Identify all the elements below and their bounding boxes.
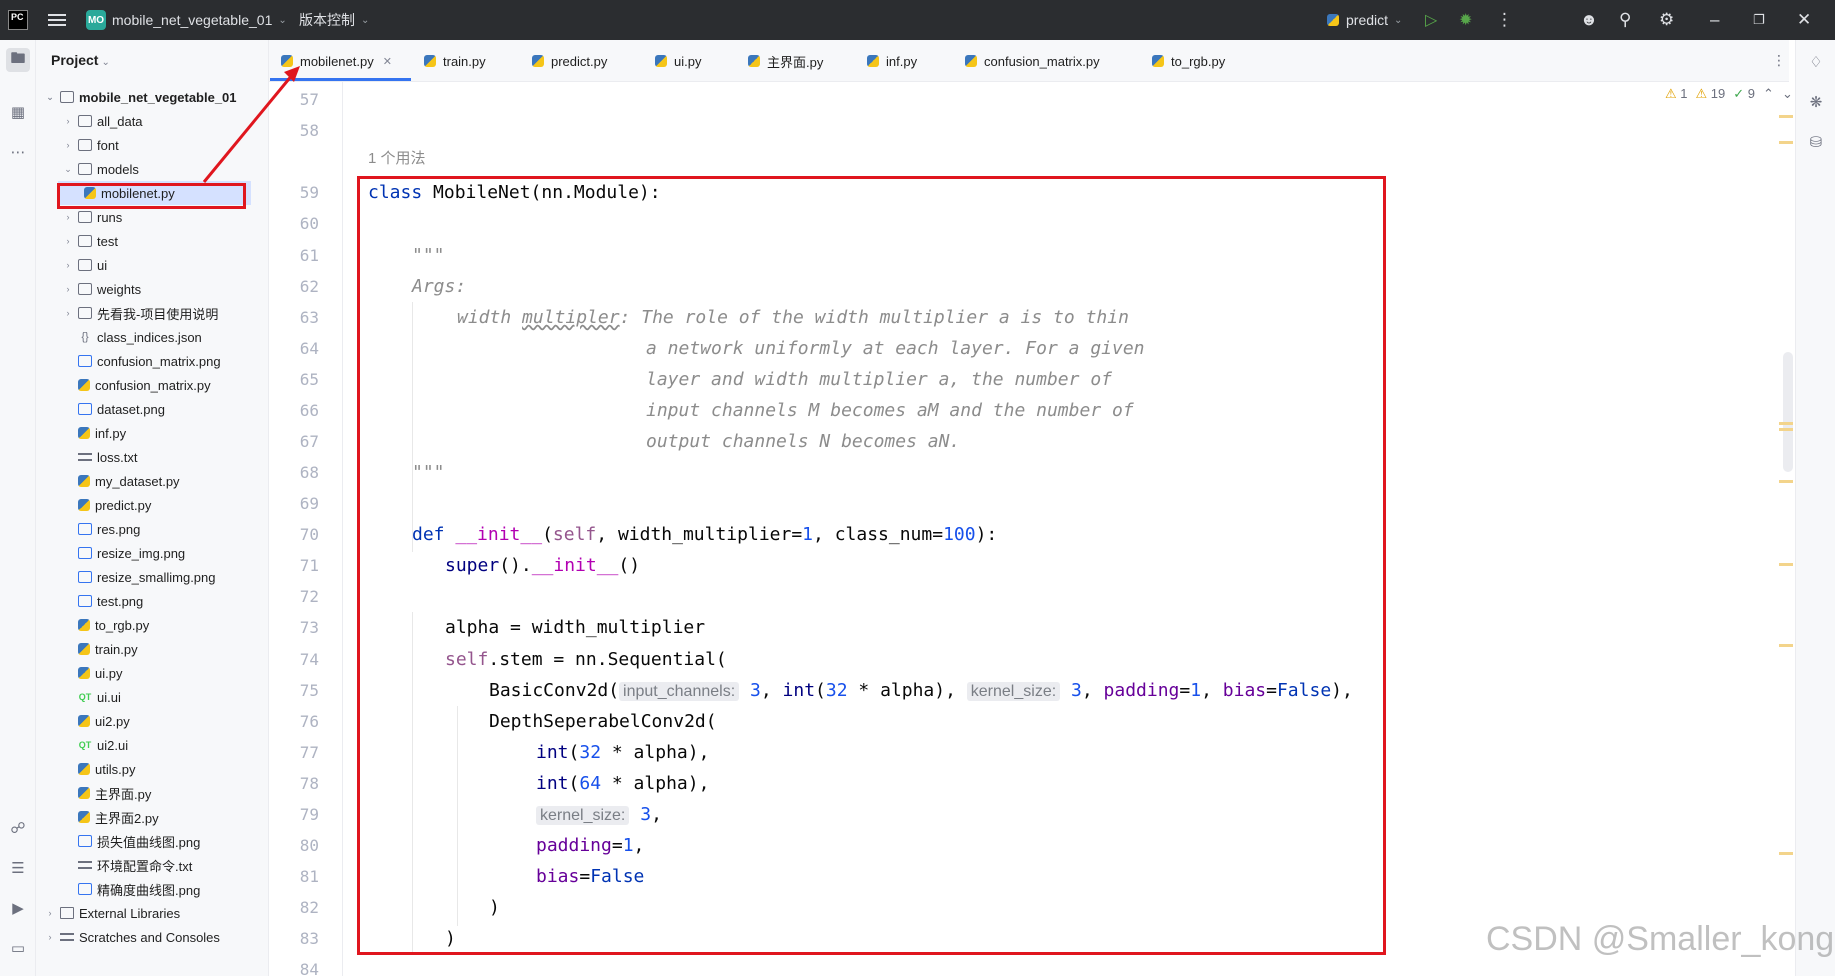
- annotation-arrow: [202, 66, 300, 183]
- watermark: CSDN @Smaller_kong: [1486, 920, 1835, 958]
